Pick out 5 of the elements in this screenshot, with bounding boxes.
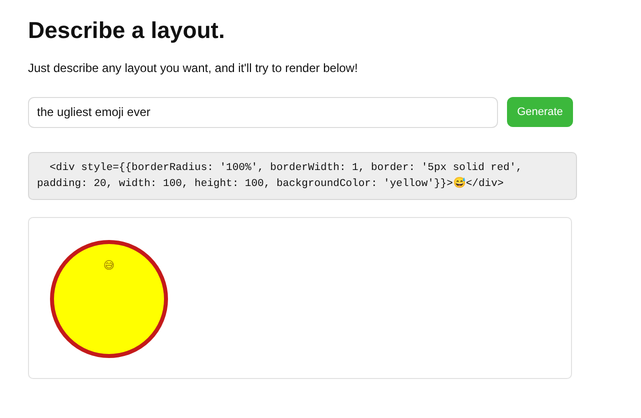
subtitle: Just describe any layout you want, and it'll try to render below! <box>28 60 359 77</box>
code-box[interactable]: <div style={{borderRadius: '100%', borderWidth: 1, border: '5px solid red', padding: 20, width: 100, height: 100, backgroundColor: 'yellow'}}>😅</div> <box>28 152 577 200</box>
prompt-field[interactable]: the ugliest emoji ever <box>28 96 498 128</box>
emoji: 😅 <box>103 260 115 271</box>
page-heading: Describe a layout. <box>28 16 226 45</box>
